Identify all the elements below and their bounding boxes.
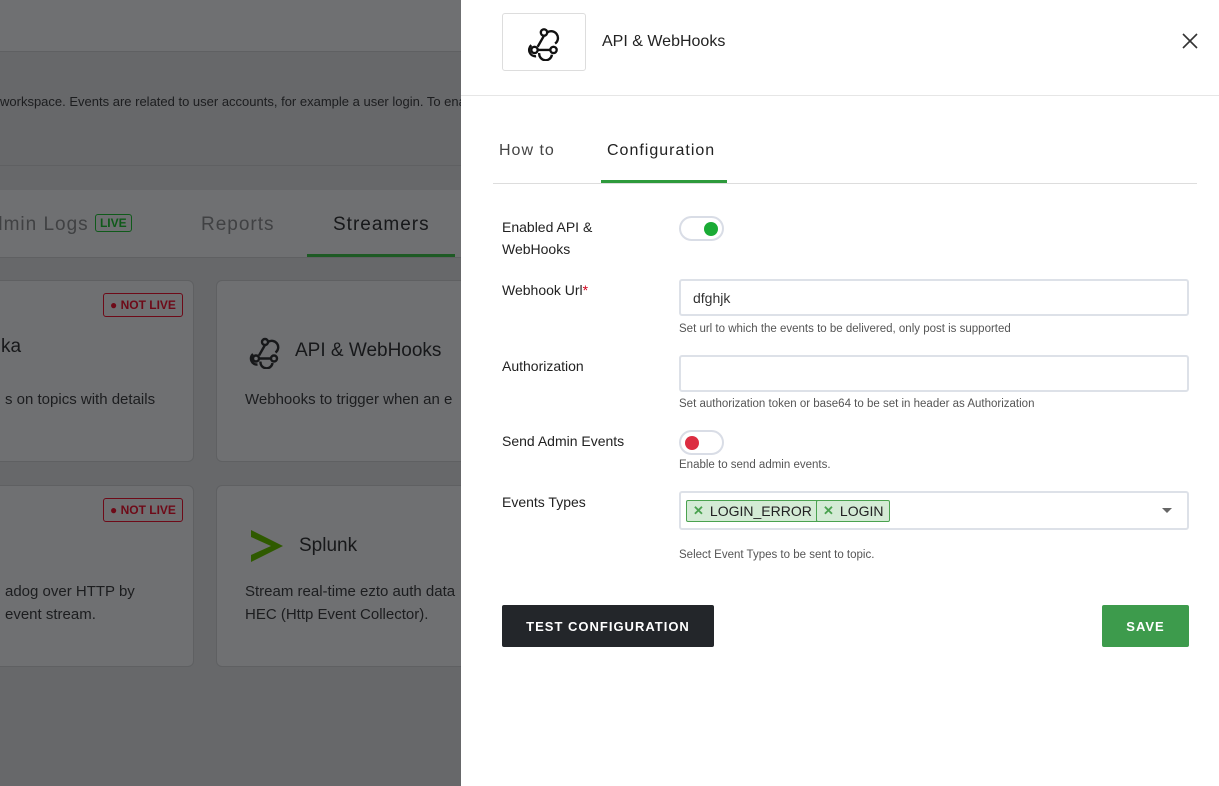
card-description: Webhooks to trigger when an e bbox=[245, 391, 453, 408]
tab-configuration[interactable]: Configuration bbox=[607, 142, 715, 160]
drawer-header: API & WebHooks bbox=[461, 0, 1219, 96]
event-types-help: Select Event Types to be sent to topic. bbox=[679, 549, 875, 561]
tab-label: dmin Logs bbox=[0, 214, 89, 235]
toggle-knob bbox=[685, 436, 699, 450]
card-description: Stream real-time ezto auth data HEC (Http… bbox=[245, 583, 456, 623]
remove-chip-icon[interactable]: ✕ bbox=[823, 503, 834, 519]
card-title: Splunk bbox=[247, 526, 357, 566]
webhook-icon bbox=[527, 28, 560, 61]
card-description: s on topics with details bbox=[5, 391, 156, 408]
tab-admin-logs[interactable]: dmin Logs LIVE bbox=[0, 214, 132, 236]
not-live-badge: ● NOT LIVE bbox=[103, 293, 183, 317]
send-admin-events-toggle[interactable] bbox=[679, 430, 724, 455]
tab-how-to[interactable]: How to bbox=[499, 142, 555, 160]
streamer-card-datadog[interactable]: ● NOT LIVE adog over HTTP by event stream… bbox=[0, 485, 194, 667]
toggle-knob bbox=[704, 222, 718, 236]
chevron-down-icon[interactable] bbox=[1162, 508, 1172, 513]
send-admin-events-help: Enable to send admin events. bbox=[679, 459, 831, 471]
enabled-label: Enabled API & WebHooks bbox=[502, 219, 593, 257]
webhooks-config-drawer: API & WebHooks How to Configuration Enab… bbox=[461, 0, 1219, 786]
event-types-select[interactable]: ✕ LOGIN_ERROR ✕ LOGIN bbox=[679, 491, 1189, 530]
streamer-card-splunk[interactable]: Splunk Stream real-time ezto auth data HE… bbox=[216, 485, 461, 667]
event-types-label: Events Types bbox=[502, 494, 586, 510]
event-chip: ✕ LOGIN_ERROR bbox=[686, 500, 819, 522]
active-tab-indicator bbox=[307, 254, 455, 257]
close-icon[interactable] bbox=[1179, 30, 1201, 52]
page-description: workspace. Events are related to user ac… bbox=[0, 88, 461, 166]
active-tab-indicator bbox=[601, 180, 727, 183]
top-bar bbox=[0, 0, 461, 52]
card-title: API & WebHooks bbox=[247, 333, 441, 369]
webhook-url-input[interactable] bbox=[679, 279, 1189, 316]
background-page: workspace. Events are related to user ac… bbox=[0, 0, 461, 786]
authorization-input[interactable] bbox=[679, 355, 1189, 392]
card-description: adog over HTTP by event stream. bbox=[5, 583, 135, 623]
tab-reports[interactable]: Reports bbox=[201, 214, 275, 236]
streamer-card-webhooks[interactable]: API & WebHooks Webhooks to trigger when … bbox=[216, 280, 461, 462]
webhook-url-help: Set url to which the events to be delive… bbox=[679, 323, 1011, 335]
enabled-toggle[interactable] bbox=[679, 216, 724, 241]
remove-chip-icon[interactable]: ✕ bbox=[693, 503, 704, 519]
description-text: workspace. Events are related to user ac… bbox=[0, 94, 461, 109]
authorization-help: Set authorization token or base64 to be … bbox=[679, 398, 1035, 410]
page-tabs: dmin Logs LIVE Reports Streamers bbox=[0, 190, 461, 258]
card-title: ka bbox=[1, 336, 22, 357]
streamer-card-kafka[interactable]: ● NOT LIVE ka s on topics with details bbox=[0, 280, 194, 462]
save-button[interactable]: SAVE bbox=[1102, 605, 1189, 647]
not-live-badge: ● NOT LIVE bbox=[103, 498, 183, 522]
drawer-tabs: How to Configuration bbox=[493, 130, 1197, 184]
drawer-title: API & WebHooks bbox=[602, 33, 726, 50]
splunk-chevron-icon bbox=[251, 530, 283, 562]
send-admin-events-label: Send Admin Events bbox=[502, 433, 625, 449]
tab-streamers[interactable]: Streamers bbox=[333, 214, 430, 236]
live-badge: LIVE bbox=[94, 214, 132, 232]
authorization-label: Authorization bbox=[502, 358, 584, 374]
test-configuration-button[interactable]: TEST CONFIGURATION bbox=[502, 605, 714, 647]
webhook-icon bbox=[249, 337, 280, 369]
webhook-url-label: Webhook Url* bbox=[502, 282, 589, 298]
integration-logo bbox=[502, 13, 586, 71]
event-chip: ✕ LOGIN bbox=[816, 500, 891, 522]
